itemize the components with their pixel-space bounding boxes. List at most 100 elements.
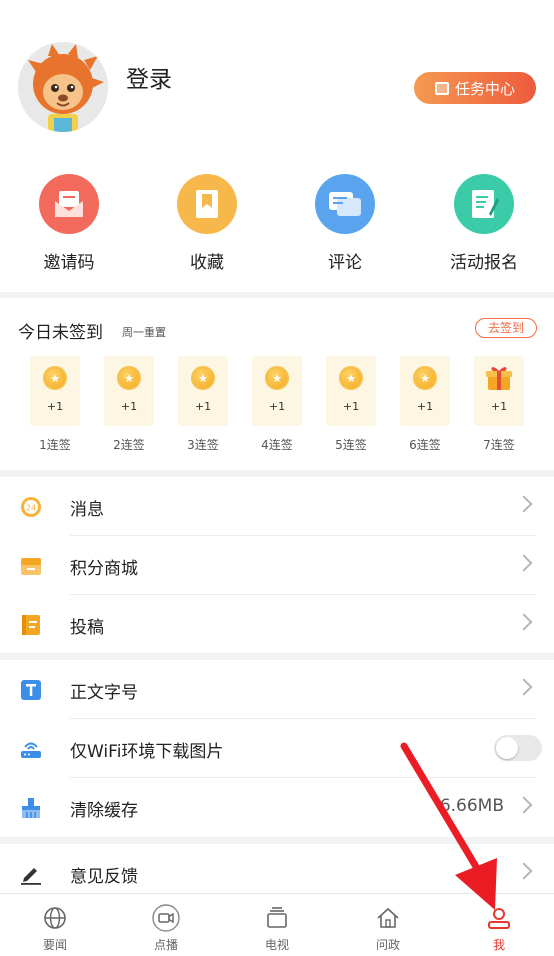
day-reward: +1: [416, 400, 434, 413]
signin-day: ★ +1: [326, 356, 376, 426]
day-label: 6连签: [409, 438, 441, 452]
menu-item-label: 意见反馈: [70, 867, 138, 887]
day-reward: +1: [194, 400, 212, 413]
menu-item-submit[interactable]: 投稿: [0, 595, 554, 654]
coin-icon: ★: [265, 366, 289, 390]
day-reward: +1: [46, 400, 64, 413]
menu-item-label: 投稿: [70, 618, 104, 638]
menu-item-clear-cache[interactable]: 清除缓存 6.66MB: [0, 778, 554, 837]
quick-action-favorites[interactable]: 收藏: [147, 174, 267, 273]
broom-icon: [22, 798, 40, 818]
lion-mascot-icon: [18, 42, 108, 132]
quick-action-invite[interactable]: 邀请码: [9, 174, 129, 273]
chevron-right-icon: [515, 796, 533, 814]
message-badge-icon: 24: [21, 497, 41, 517]
day-reward: +1: [490, 400, 508, 413]
coin-icon: ★: [43, 366, 67, 390]
avatar[interactable]: [18, 42, 108, 132]
pencil-icon: [21, 868, 41, 885]
coin-icon: ★: [413, 366, 437, 390]
quick-action-label: 邀请码: [43, 253, 95, 273]
signin-button[interactable]: 去签到: [475, 318, 537, 338]
menu-group-settings: 正文字号 仅WiFi环境下载图片 清除缓存 6.66MB: [0, 660, 554, 837]
menu-item-label: 正文字号: [70, 683, 138, 703]
menu-item-messages[interactable]: 24 消息: [0, 477, 554, 536]
video-icon: [152, 904, 180, 932]
signin-day: ★ +1: [400, 356, 450, 426]
quick-action-label: 评论: [328, 253, 362, 273]
chevron-right-icon: [515, 862, 533, 880]
menu-item-wifi-only-images: 仅WiFi环境下载图片: [0, 719, 554, 778]
nav-tab-label: 我: [492, 938, 505, 952]
font-size-icon: [21, 680, 41, 700]
task-center-label: 任务中心: [454, 79, 515, 98]
comment-icon: [315, 174, 375, 234]
signin-day: +1: [474, 356, 524, 426]
day-reward: +1: [120, 400, 138, 413]
menu-item-label: 积分商城: [70, 559, 138, 579]
day-label: 5连签: [335, 438, 367, 452]
home-icon: [377, 907, 399, 928]
day-reward: +1: [268, 400, 286, 413]
wifi-router-icon: [21, 742, 41, 758]
nav-tab-label: 电视: [264, 938, 289, 952]
quick-action-label: 收藏: [190, 253, 224, 273]
toggle-knob: [496, 737, 518, 759]
nav-tab-me[interactable]: 我: [444, 894, 554, 956]
quick-action-comments[interactable]: 评论: [285, 174, 405, 273]
signin-subtitle: 周一重置: [122, 326, 166, 339]
nav-tab-news[interactable]: 要闻: [0, 894, 110, 956]
nav-tab-label: 要闻: [42, 938, 67, 952]
menu-group-feedback: 意见反馈: [0, 844, 554, 893]
quick-action-label: 活动报名: [450, 253, 518, 273]
nav-tab-label: 问政: [375, 938, 400, 952]
cache-size: 6.66MB: [439, 796, 504, 816]
day-label: 1连签: [39, 438, 71, 452]
chevron-right-icon: [515, 554, 533, 572]
nav-tab-vod[interactable]: 点播: [111, 894, 221, 956]
chevron-right-icon: [515, 495, 533, 513]
task-center-button[interactable]: 任务中心: [414, 72, 536, 104]
nav-tab-tv[interactable]: 电视: [222, 894, 332, 956]
menu-item-label: 清除缓存: [70, 801, 138, 821]
coin-icon: ★: [117, 366, 141, 390]
menu-item-points-mall[interactable]: 积分商城: [0, 536, 554, 595]
bookmark-icon: [177, 174, 237, 234]
day-label: 4连签: [261, 438, 293, 452]
day-label: 2连签: [113, 438, 145, 452]
task-icon: [434, 81, 449, 95]
signin-title: 今日未签到: [18, 323, 103, 343]
menu-item-font-size[interactable]: 正文字号: [0, 660, 554, 719]
person-icon: [488, 908, 510, 929]
globe-icon: [44, 907, 66, 929]
bottom-nav: 要闻 点播 电视 问政 我: [0, 893, 554, 956]
wifi-only-toggle[interactable]: [494, 735, 542, 761]
signin-day: ★ +1: [30, 356, 80, 426]
signin-day: ★ +1: [104, 356, 154, 426]
quick-action-event-signup[interactable]: 活动报名: [424, 174, 544, 273]
message-badge-count: 24: [26, 504, 36, 513]
chevron-right-icon: [515, 678, 533, 696]
menu-group-primary: 24 消息 积分商城 投稿: [0, 477, 554, 653]
nav-tab-label: 点播: [153, 938, 178, 952]
profile-header: 登录 任务中心 邀请码 收藏 评论 活动报名: [0, 0, 554, 292]
day-reward: +1: [342, 400, 360, 413]
signin-day: ★ +1: [252, 356, 302, 426]
coin-icon: ★: [339, 366, 363, 390]
document-icon: [22, 615, 40, 635]
menu-item-label: 仅WiFi环境下载图片: [70, 742, 224, 762]
menu-item-label: 消息: [70, 500, 104, 520]
day-label: 3连签: [187, 438, 219, 452]
gift-icon: [486, 367, 512, 390]
signin-card: 今日未签到 周一重置 去签到 ★ +1 ★ +1 ★ +1 ★ +1 ★ +1 …: [0, 298, 554, 470]
envelope-icon: [39, 174, 99, 234]
signin-day: ★ +1: [178, 356, 228, 426]
chevron-right-icon: [515, 613, 533, 631]
coin-icon: ★: [191, 366, 215, 390]
shop-icon: [21, 558, 41, 575]
login-link[interactable]: 登录: [126, 60, 172, 94]
form-icon: [454, 174, 514, 234]
nav-tab-politics[interactable]: 问政: [333, 894, 443, 956]
menu-item-feedback[interactable]: 意见反馈: [0, 844, 554, 893]
tv-icon: [267, 907, 287, 928]
